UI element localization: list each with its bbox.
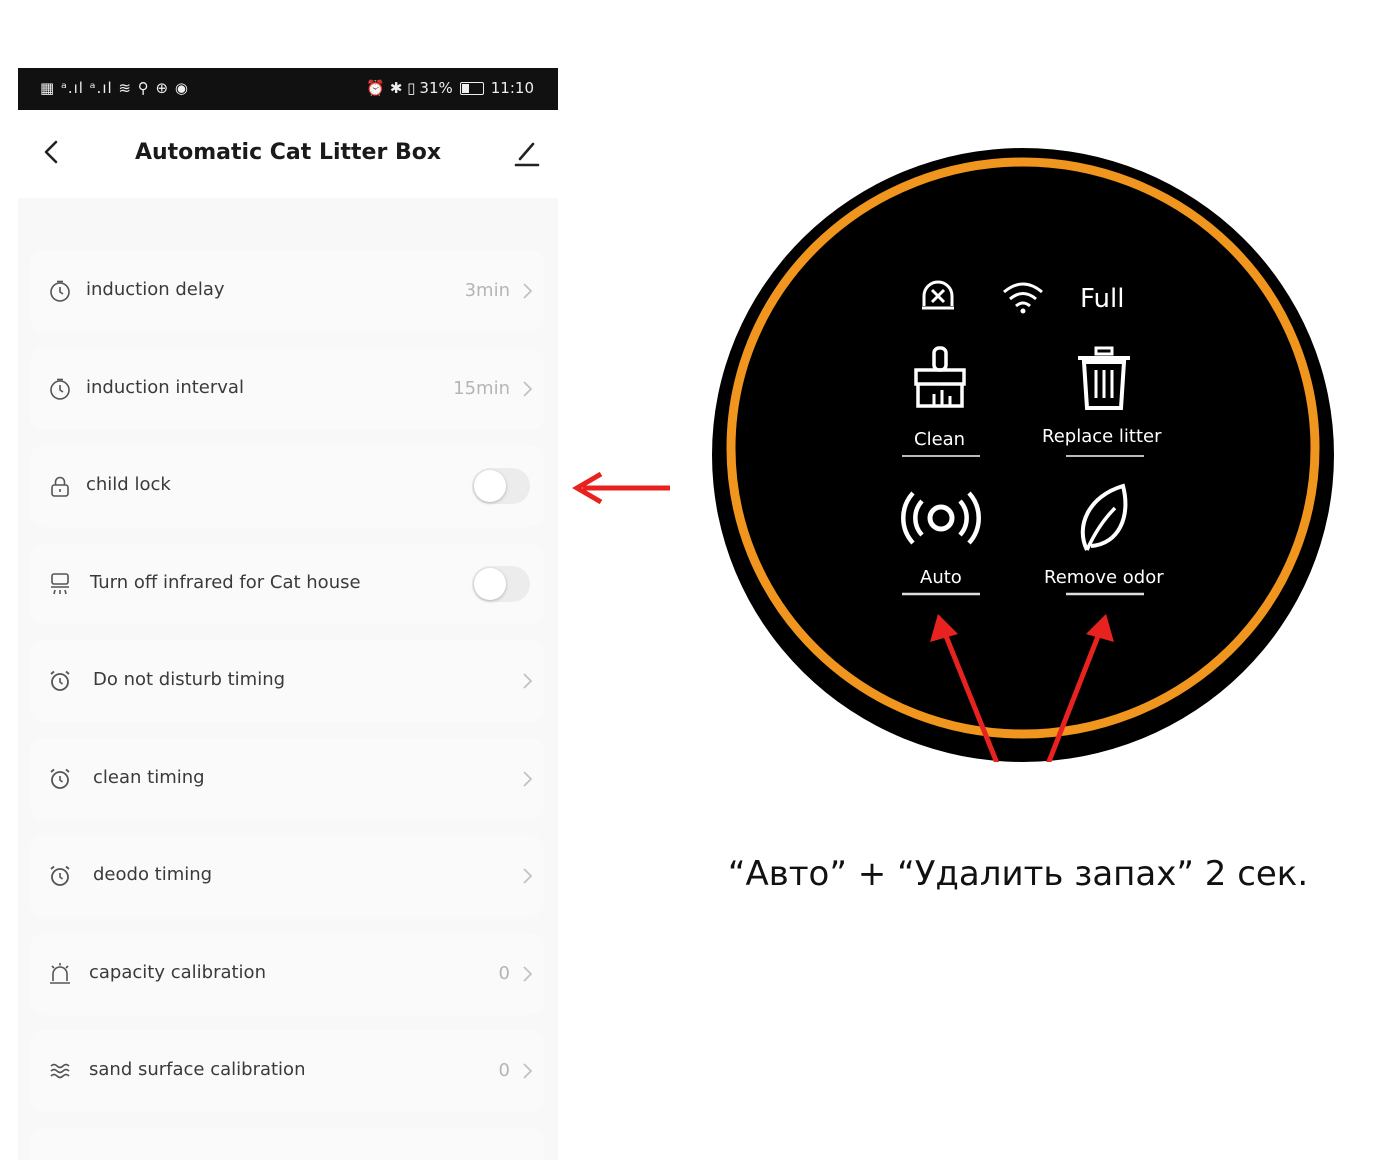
setting-induction-delay[interactable]: induction delay 3min: [30, 250, 544, 332]
infrared-toggle[interactable]: [472, 566, 530, 602]
setting-value: 0: [498, 963, 510, 984]
chevron-right-icon: [523, 771, 533, 787]
auto-button-label[interactable]: Auto: [920, 567, 962, 588]
device-panel-graphics: [726, 157, 1320, 762]
setting-label: induction interval: [86, 377, 244, 398]
setting-next-partial: [30, 1128, 544, 1160]
setting-label: induction delay: [86, 279, 225, 300]
radio-waves-icon: [901, 491, 981, 545]
chevron-right-icon: [523, 381, 533, 397]
clean-button-label[interactable]: Clean: [914, 429, 965, 450]
status-bar: ▦ ᵃ.ıl ᵃ.ıl ≋ ⚲ ⊕ ◉ ⏰ ✱ ▯ 31% 11:10: [18, 68, 558, 110]
setting-sand-surface-calibration[interactable]: sand surface calibration 0: [30, 1030, 544, 1112]
chevron-right-icon: [523, 966, 533, 982]
wifi-icon: [1003, 282, 1043, 314]
alarm-bluetooth-vibrate-icons: ⏰ ✱ ▯: [366, 79, 416, 97]
setting-induction-interval[interactable]: induction interval 15min: [30, 348, 544, 430]
arrow-left-icon: [572, 471, 670, 505]
waves-icon: [50, 1063, 70, 1079]
chevron-right-icon: [523, 673, 533, 689]
replace-litter-button-label[interactable]: Replace litter: [1042, 426, 1162, 447]
status-right: ⏰ ✱ ▯ 31% 11:10: [366, 79, 534, 97]
setting-value: 3min: [464, 280, 510, 301]
remove-odor-button-label[interactable]: Remove odor: [1044, 567, 1164, 588]
page-title: Automatic Cat Litter Box: [134, 140, 442, 165]
lock-icon: [51, 476, 69, 497]
status-full-label: Full: [1080, 284, 1125, 314]
alarm-clock-icon: [50, 768, 70, 789]
phone-screenshot: ▦ ᵃ.ıl ᵃ.ıl ≋ ⚲ ⊕ ◉ ⏰ ✱ ▯ 31% 11:10 Auto…: [18, 0, 558, 1160]
setting-do-not-disturb[interactable]: Do not disturb timing: [30, 640, 544, 722]
alarm-clock-icon: [50, 865, 70, 886]
setting-value: 15min: [453, 378, 510, 399]
setting-deodo-timing[interactable]: deodo timing: [30, 835, 544, 917]
alarm-light-icon: [922, 280, 954, 310]
infrared-sensor-icon: [51, 573, 69, 595]
timer-icon: [50, 280, 70, 302]
setting-label: deodo timing: [93, 864, 213, 885]
bell-icon: [50, 963, 70, 984]
child-lock-toggle[interactable]: [472, 468, 530, 504]
chevron-right-icon: [523, 868, 533, 884]
setting-infrared-off: Turn off infrared for Cat house: [30, 543, 544, 625]
setting-value: 0: [498, 1060, 510, 1081]
orange-ring: [726, 157, 1320, 739]
setting-label: sand surface calibration: [89, 1059, 306, 1080]
annotation-arrows: [930, 614, 1114, 762]
setting-child-lock: child lock: [30, 445, 544, 527]
timer-icon: [50, 378, 70, 400]
setting-label: clean timing: [93, 767, 205, 788]
broom-icon: [914, 346, 966, 408]
setting-label: Turn off infrared for Cat house: [90, 572, 361, 593]
setting-label: child lock: [86, 474, 171, 495]
leaf-icon: [1080, 483, 1128, 551]
setting-capacity-calibration[interactable]: capacity calibration 0: [30, 933, 544, 1015]
trash-can-icon: [1078, 346, 1130, 410]
setting-label: capacity calibration: [89, 962, 266, 983]
clock: 11:10: [490, 79, 534, 97]
battery-percent: 31%: [419, 79, 453, 97]
battery-icon: [459, 81, 484, 95]
app-header: Automatic Cat Litter Box: [18, 110, 558, 198]
caption-box: “Авто” + “Удалить запах” 2 сек.: [652, 830, 1384, 906]
chevron-right-icon: [523, 1063, 533, 1079]
setting-label: Do not disturb timing: [93, 669, 286, 690]
setting-clean-timing[interactable]: clean timing: [30, 738, 544, 820]
chevron-right-icon: [523, 283, 533, 299]
status-left-icons: ▦ ᵃ.ıl ᵃ.ıl ≋ ⚲ ⊕ ◉: [40, 79, 189, 97]
edit-pencil-icon[interactable]: [512, 138, 540, 168]
alarm-clock-icon: [50, 670, 70, 691]
instruction-caption: “Авто” + “Удалить запах” 2 сек.: [727, 854, 1309, 894]
